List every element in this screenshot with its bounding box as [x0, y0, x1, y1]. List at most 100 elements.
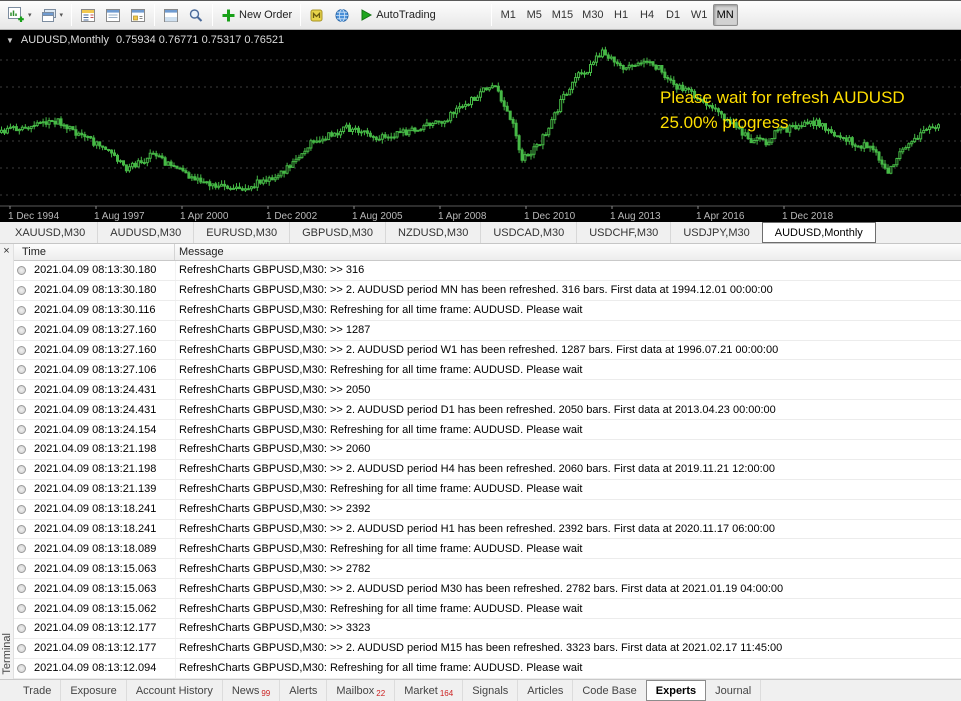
- log-row[interactable]: 2021.04.09 08:13:12.094 RefreshCharts GBP…: [14, 659, 961, 679]
- log-row[interactable]: 2021.04.09 08:13:12.177 RefreshCharts GBP…: [14, 639, 961, 659]
- log-row[interactable]: 2021.04.09 08:13:21.198 RefreshCharts GBP…: [14, 460, 961, 480]
- tab-label: Market: [404, 684, 438, 697]
- log-row[interactable]: 2021.04.09 08:13:12.177 RefreshCharts GBP…: [14, 619, 961, 639]
- terminal-tab-account-history[interactable]: Account History: [127, 680, 223, 701]
- terminal-tab-news[interactable]: News 99: [223, 680, 281, 701]
- new-chart-icon: [8, 7, 24, 22]
- mt4-window: ▾ ▾ New Order AutoTrading M1 M5 M15 M30 …: [0, 0, 961, 701]
- chart-tab-audusd-m30[interactable]: AUDUSD,M30: [98, 222, 195, 243]
- tab-badge: 22: [376, 689, 386, 698]
- terminal-tab-experts[interactable]: Experts: [645, 680, 707, 701]
- terminal-tab-articles[interactable]: Articles: [518, 680, 574, 701]
- chart-tab-bar: XAUUSD,M30 AUDUSD,M30 EURUSD,M30 GBPUSD,M30…: [0, 222, 961, 244]
- chart-tab-audusd-monthly[interactable]: AUDUSD,Monthly: [761, 222, 876, 243]
- log-entry-icon: [17, 504, 26, 514]
- terminal-tab-journal[interactable]: Journal: [706, 680, 762, 701]
- chart-menu-icon[interactable]: ▼: [6, 36, 14, 45]
- autotrading-label: AutoTrading: [376, 9, 436, 21]
- log-row[interactable]: 2021.04.09 08:13:24.154 RefreshCharts GBP…: [14, 420, 961, 441]
- dropdown-caret-icon: ▾: [59, 11, 64, 19]
- terminal-tab-code-base[interactable]: Code Base: [573, 680, 647, 701]
- log-entry-icon: [17, 285, 26, 295]
- chart-tab-eurusd-m30[interactable]: EURUSD,M30: [194, 222, 291, 243]
- new-order-button[interactable]: New Order: [217, 3, 296, 27]
- terminal-tab-trade[interactable]: Trade: [14, 680, 62, 701]
- log-time: 2021.04.09 08:13:27.160: [34, 344, 157, 356]
- market-watch-button[interactable]: [76, 3, 100, 27]
- log-row[interactable]: 2021.04.09 08:13:30.180 RefreshCharts GBP…: [14, 261, 961, 281]
- log-message: RefreshCharts GBPUSD,M30: >> 2. AUDUSD p…: [179, 344, 779, 356]
- log-row[interactable]: 2021.04.09 08:13:30.116 RefreshCharts GBP…: [14, 301, 961, 321]
- refresh-message-line2: 25.00% progress: [660, 112, 789, 132]
- log-entry-icon: [17, 584, 26, 594]
- terminal-tab-exposure[interactable]: Exposure: [61, 680, 127, 701]
- timeframe-d1-button[interactable]: D1: [661, 4, 686, 26]
- log-message: RefreshCharts GBPUSD,M30: Refreshing for…: [179, 483, 583, 496]
- timeframe-m30-button[interactable]: M30: [578, 4, 607, 26]
- log-row[interactable]: 2021.04.09 08:13:15.062 RefreshCharts GBP…: [14, 599, 961, 620]
- community-button[interactable]: [330, 3, 354, 27]
- new-order-plus-icon: [222, 9, 235, 21]
- log-row[interactable]: 2021.04.09 08:13:21.139 RefreshCharts GBP…: [14, 480, 961, 500]
- timeframe-mn-button[interactable]: MN: [712, 4, 738, 26]
- chart-tab-xauusd-m30[interactable]: XAUUSD,M30: [3, 222, 99, 243]
- log-row[interactable]: 2021.04.09 08:13:24.431 RefreshCharts GBP…: [14, 380, 961, 401]
- navigator-button[interactable]: [126, 3, 150, 27]
- metaeditor-button[interactable]: [305, 3, 329, 27]
- log-row[interactable]: 2021.04.09 08:13:18.089 RefreshCharts GBP…: [14, 539, 961, 560]
- terminal-tab-alerts[interactable]: Alerts: [280, 680, 328, 701]
- log-time: 2021.04.09 08:13:24.431: [34, 383, 157, 396]
- timeframe-m1-button[interactable]: M1: [496, 4, 521, 26]
- log-row[interactable]: 2021.04.09 08:13:18.241 RefreshCharts GBP…: [14, 520, 961, 540]
- log-message: RefreshCharts GBPUSD,M30: >> 2. AUDUSD p…: [179, 582, 784, 595]
- new-chart-button[interactable]: ▾: [4, 3, 36, 27]
- refresh-message-line1: Please wait for refresh AUDUSD: [660, 88, 905, 107]
- timeframe-h4-button[interactable]: H4: [635, 4, 660, 26]
- terminal-tab-mailbox[interactable]: Mailbox 22: [327, 680, 396, 701]
- autotrading-button[interactable]: AutoTrading: [355, 3, 440, 27]
- timeframe-h1-button[interactable]: H1: [609, 4, 634, 26]
- svg-text:1 Dec 1994: 1 Dec 1994: [8, 211, 60, 222]
- log-row[interactable]: 2021.04.09 08:13:15.063 RefreshCharts GBP…: [14, 559, 961, 580]
- log-row[interactable]: 2021.04.09 08:13:27.160 RefreshCharts GBP…: [14, 321, 961, 341]
- terminal-tab-market[interactable]: Market 164: [395, 680, 464, 701]
- chart-tab-gbpusd-m30[interactable]: GBPUSD,M30: [290, 222, 387, 243]
- log-row[interactable]: 2021.04.09 08:13:27.106 RefreshCharts GBP…: [14, 360, 961, 381]
- timeframe-m15-button[interactable]: M15: [548, 4, 577, 26]
- log-entry-icon: [17, 444, 26, 454]
- chart-tab-nzdusd-m30[interactable]: NZDUSD,M30: [386, 222, 482, 243]
- log-row[interactable]: 2021.04.09 08:13:15.063 RefreshCharts GBP…: [14, 579, 961, 600]
- strategy-tester-button[interactable]: [184, 3, 208, 27]
- toolbar-separator: [212, 4, 214, 26]
- log-row[interactable]: 2021.04.09 08:13:30.180 RefreshCharts GBP…: [14, 281, 961, 301]
- svg-text:1 Dec 2010: 1 Dec 2010: [524, 211, 576, 222]
- log-row[interactable]: 2021.04.09 08:13:21.198 RefreshCharts GBP…: [14, 440, 961, 460]
- terminal-button[interactable]: [159, 3, 183, 27]
- chart-symbol-label: AUDUSD,Monthly: [20, 34, 109, 46]
- close-terminal-button[interactable]: ×: [0, 244, 13, 258]
- log-row[interactable]: 2021.04.09 08:13:18.241 RefreshCharts GBP…: [14, 500, 961, 520]
- chart-tab-usdjpy-m30[interactable]: USDJPY,M30: [671, 222, 763, 243]
- log-message: RefreshCharts GBPUSD,M30: Refreshing for…: [179, 542, 583, 555]
- chart-tab-usdchf-m30[interactable]: USDCHF,M30: [577, 222, 672, 243]
- profiles-button[interactable]: ▾: [37, 3, 68, 27]
- data-window-icon: [106, 8, 121, 22]
- log-entry-icon: [17, 325, 26, 335]
- log-entry-icon: [17, 265, 26, 275]
- tab-label: Trade: [23, 684, 52, 697]
- timeframe-w1-button[interactable]: W1: [687, 4, 712, 26]
- tab-badge: 164: [439, 689, 454, 698]
- log-time: 2021.04.09 08:13:21.139: [34, 483, 157, 496]
- log-time: 2021.04.09 08:13:12.094: [34, 662, 157, 675]
- terminal-main: Time Message 2021.04.09 08:13:30.180 Refr…: [14, 244, 961, 679]
- terminal-tab-signals[interactable]: Signals: [463, 680, 519, 701]
- log-time: 2021.04.09 08:13:27.106: [34, 363, 157, 376]
- log-entry-icon: [17, 425, 26, 435]
- tab-label: Alerts: [289, 684, 318, 697]
- log-entry-icon: [17, 604, 26, 614]
- log-row[interactable]: 2021.04.09 08:13:24.431 RefreshCharts GBP…: [14, 400, 961, 421]
- timeframe-m5-button[interactable]: M5: [522, 4, 547, 26]
- data-window-button[interactable]: [101, 3, 125, 27]
- log-row[interactable]: 2021.04.09 08:13:27.160 RefreshCharts GBP…: [14, 341, 961, 361]
- chart-tab-usdcad-m30[interactable]: USDCAD,M30: [481, 222, 578, 243]
